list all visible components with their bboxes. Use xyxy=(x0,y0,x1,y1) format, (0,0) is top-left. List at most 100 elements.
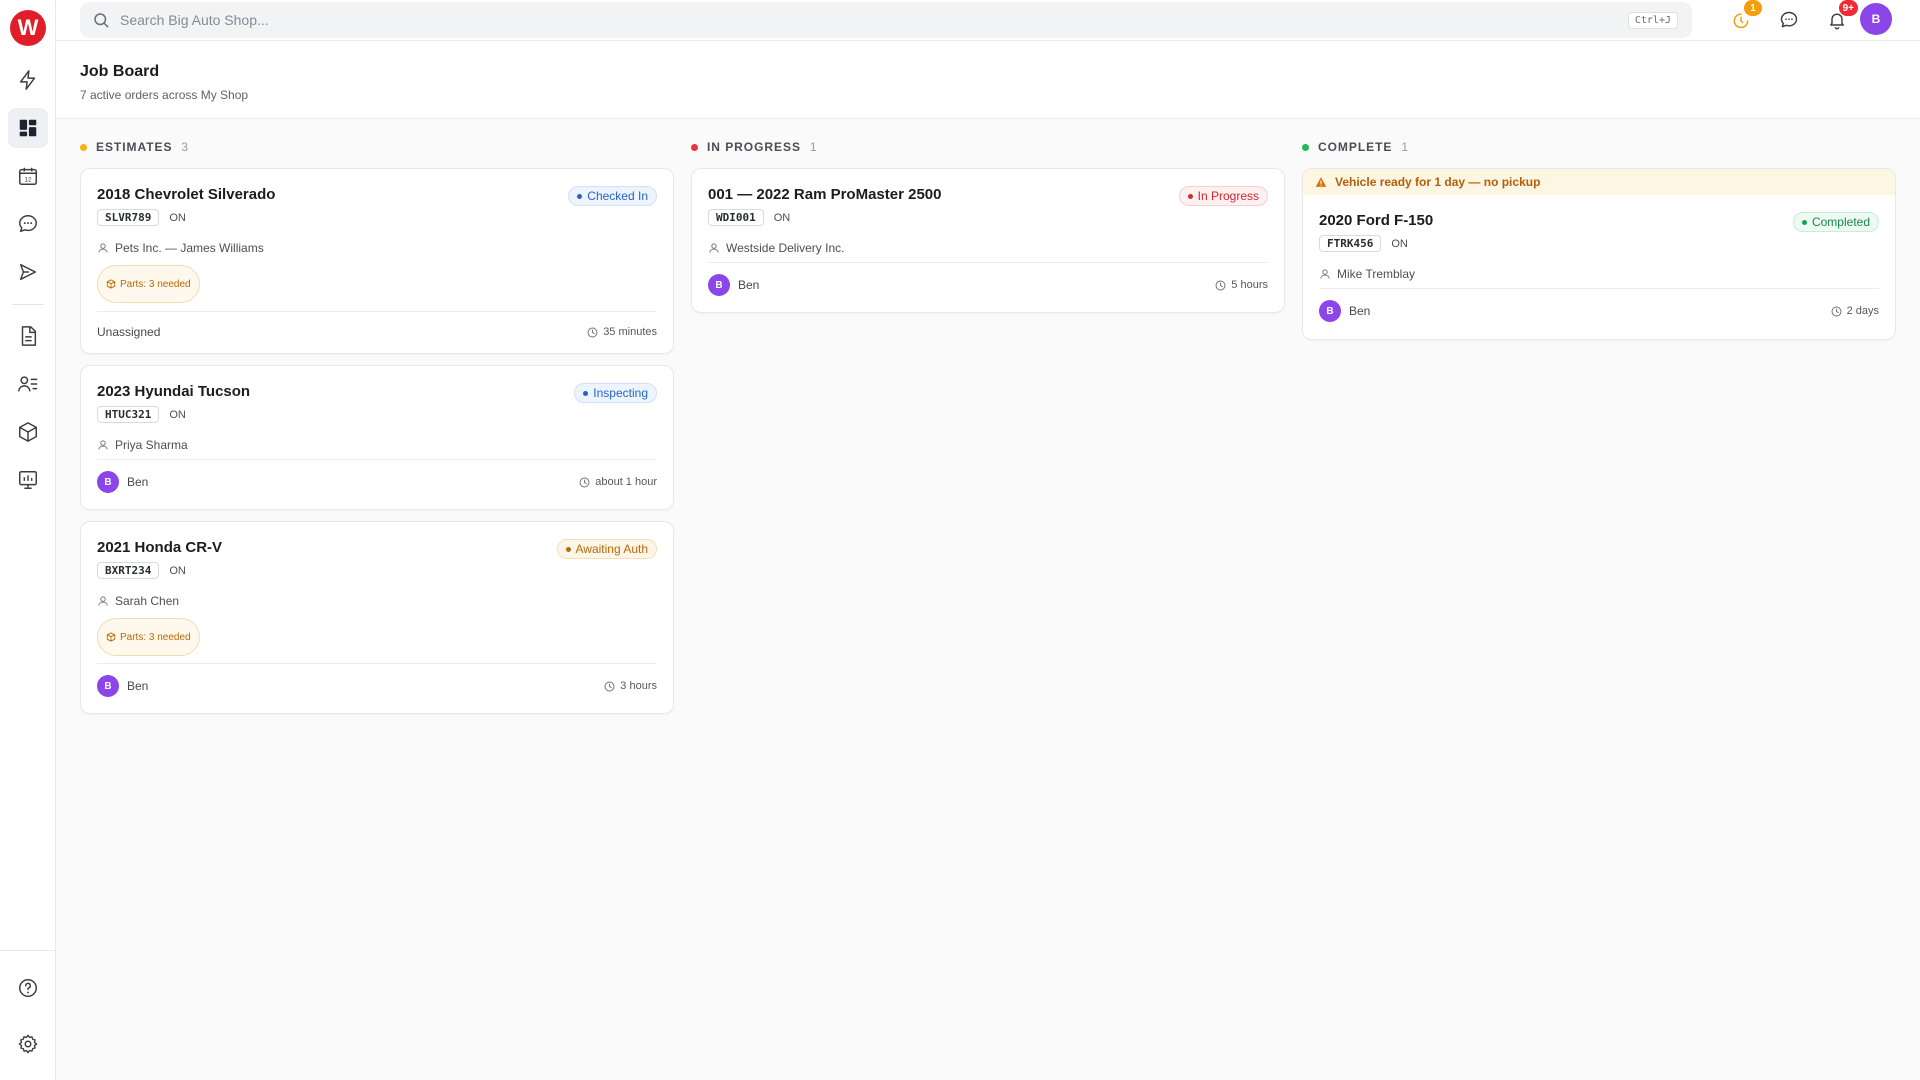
nav-inventory[interactable] xyxy=(8,412,48,452)
job-board-icon xyxy=(19,119,37,137)
plate-row: FTRK456 ON xyxy=(1319,235,1408,252)
nav-help[interactable] xyxy=(8,968,48,1008)
search-bar[interactable]: Ctrl+J xyxy=(80,2,1692,38)
vehicle-name: 2020 Ford F-150 xyxy=(1319,212,1434,229)
license-plate: SLVR789 xyxy=(97,209,160,226)
vehicle-name: 2023 Hyundai Tucson xyxy=(97,383,251,400)
sidebar-bottom-divider xyxy=(0,950,56,951)
elapsed-time: 3 hours xyxy=(604,680,657,692)
app-logo[interactable]: W xyxy=(10,10,46,46)
status-badge: Checked In xyxy=(568,186,657,206)
column-header: ESTIMATES 3 xyxy=(80,138,674,156)
customer-name: Sarah Chen xyxy=(115,594,180,608)
clock-icon xyxy=(587,327,598,338)
customers-icon xyxy=(18,376,38,392)
topbar: Ctrl+J 1 9+ B xyxy=(56,0,1920,41)
assignee-avatar: B xyxy=(97,675,119,697)
time-label: about 1 hour xyxy=(595,476,657,488)
job-card[interactable]: 2023 Hyundai Tucson Inspecting HTUC321 O… xyxy=(80,365,674,510)
nav-calendar[interactable]: 12 xyxy=(8,156,48,196)
chat-icon xyxy=(19,215,37,233)
assignee-avatar: B xyxy=(97,471,119,493)
user-icon xyxy=(97,595,109,607)
nav-quick-actions[interactable] xyxy=(8,60,48,100)
time-label: 3 hours xyxy=(620,680,657,692)
parts-label: Parts: 3 needed xyxy=(120,631,191,643)
status-dot xyxy=(691,143,698,151)
nav-reports[interactable] xyxy=(8,460,48,500)
chat-icon xyxy=(1780,11,1798,28)
vehicle-name: 001 — 2022 Ram ProMaster 2500 xyxy=(708,186,942,203)
parts-badge[interactable]: Parts: 3 needed xyxy=(97,618,200,656)
user-icon xyxy=(97,439,109,451)
pickup-alert: Vehicle ready for 1 day — no pickup xyxy=(1303,169,1895,195)
status-label: In Progress xyxy=(1197,189,1259,203)
customer-name: Westside Delivery Inc. xyxy=(726,241,845,255)
user-initial: B xyxy=(1871,12,1881,26)
user-avatar[interactable]: B xyxy=(1860,3,1892,35)
notifications-badge: 9+ xyxy=(1838,0,1858,16)
elapsed-time: 5 hours xyxy=(1215,279,1268,291)
chat-button[interactable] xyxy=(1774,5,1804,35)
province: ON xyxy=(169,408,186,421)
calendar-day: 12 xyxy=(24,177,32,184)
nav-settings[interactable] xyxy=(8,1024,48,1064)
plate-row: SLVR789 ON xyxy=(97,209,186,226)
inventory-icon xyxy=(19,422,37,442)
job-card[interactable]: 001 — 2022 Ram ProMaster 2500 In Progres… xyxy=(691,168,1285,313)
status-badge: Awaiting Auth xyxy=(556,539,657,559)
search-icon xyxy=(94,13,109,28)
campaign-icon xyxy=(19,263,37,281)
status-dot xyxy=(1302,143,1309,151)
notifications-button[interactable]: 9+ xyxy=(1822,0,1858,35)
page-header: Job Board 7 active orders across My Shop xyxy=(56,41,1920,119)
nav-documents[interactable] xyxy=(8,316,48,356)
time-label: 35 minutes xyxy=(603,326,657,338)
clock-icon xyxy=(604,681,615,692)
customer-name: Mike Tremblay xyxy=(1337,267,1416,281)
elapsed-time: 2 days xyxy=(1831,305,1879,317)
clock-icon xyxy=(579,477,590,488)
column-header: IN PROGRESS 1 xyxy=(691,138,1285,156)
time-label: 5 hours xyxy=(1231,279,1268,291)
status-label: Checked In xyxy=(587,189,648,203)
sidebar: W 12 xyxy=(0,0,56,1080)
column-count: 1 xyxy=(809,140,817,154)
job-card[interactable]: 2021 Honda CR-V Awaiting Auth BXRT234 ON… xyxy=(80,521,674,714)
gear-icon xyxy=(18,1034,38,1054)
parts-badge[interactable]: Parts: 3 needed xyxy=(97,265,200,303)
search-input[interactable] xyxy=(120,12,1628,28)
page-title: Job Board xyxy=(80,63,160,80)
user-icon xyxy=(1319,268,1331,280)
reports-icon xyxy=(19,471,37,489)
column-estimates: ESTIMATES 3 2018 Chevrolet Silverado Che… xyxy=(80,138,674,714)
timer-badge: 1 xyxy=(1744,0,1762,16)
vehicle-name: 2018 Chevrolet Silverado xyxy=(97,186,276,203)
license-plate: BXRT234 xyxy=(97,562,160,579)
status-dot xyxy=(577,193,583,199)
status-badge: Inspecting xyxy=(574,383,657,403)
box-icon xyxy=(106,279,116,289)
nav-campaigns[interactable] xyxy=(8,252,48,292)
card-divider xyxy=(97,311,657,312)
customer-name: Pets Inc. — James Williams xyxy=(115,241,264,255)
assignee: B Ben xyxy=(1319,300,1370,322)
timer-button[interactable]: 1 xyxy=(1726,0,1762,35)
column-header: COMPLETE 1 xyxy=(1302,138,1896,156)
license-plate: WDI001 xyxy=(708,209,764,226)
card-divider xyxy=(97,459,657,460)
status-dot xyxy=(565,546,571,552)
province: ON xyxy=(1391,237,1408,250)
user-icon xyxy=(708,242,720,254)
column-title: IN PROGRESS xyxy=(707,140,801,154)
job-card[interactable]: Vehicle ready for 1 day — no pickup 2020… xyxy=(1302,168,1896,340)
card-divider xyxy=(97,663,657,664)
nav-customers[interactable] xyxy=(8,364,48,404)
plate-row: WDI001 ON xyxy=(708,209,790,226)
nav-job-board[interactable] xyxy=(8,108,48,148)
job-card[interactable]: 2018 Chevrolet Silverado Checked In SLVR… xyxy=(80,168,674,354)
nav-messages[interactable] xyxy=(8,204,48,244)
column-count: 3 xyxy=(181,140,189,154)
sidebar-divider xyxy=(12,304,44,305)
box-icon xyxy=(106,632,116,642)
